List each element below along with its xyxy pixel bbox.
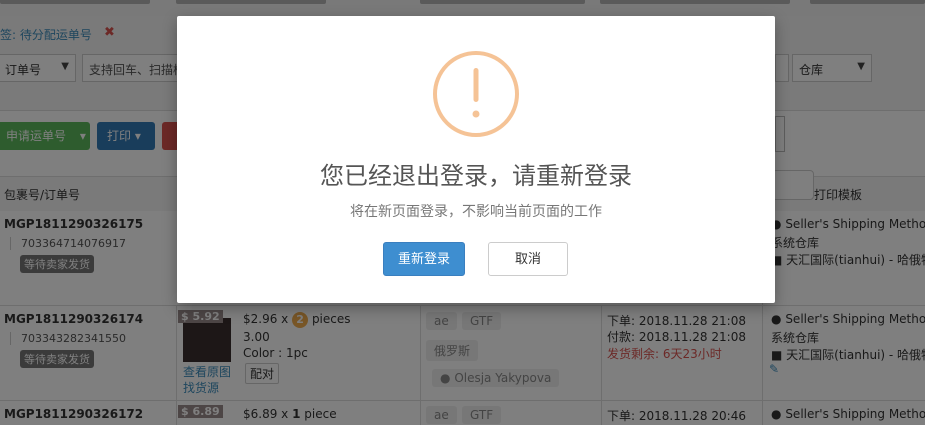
dialog-subtitle: 将在新页面登录，不影响当前页面的工作 — [350, 204, 602, 220]
relogin-button[interactable]: 重新登录 — [383, 242, 465, 276]
warning-icon — [433, 51, 519, 137]
cancel-button[interactable]: 取消 — [488, 242, 568, 276]
dialog-title: 您已经退出登录，请重新登录 — [320, 162, 632, 190]
page-root: 签: 待分配运单号 ✖ 订单号 ▼ 支持回车、扫描枪 仓库 ▼ 申请运单号 ▾ … — [0, 0, 925, 425]
logout-dialog: 您已经退出登录，请重新登录 将在新页面登录，不影响当前页面的工作 重新登录 取消 — [177, 16, 775, 303]
